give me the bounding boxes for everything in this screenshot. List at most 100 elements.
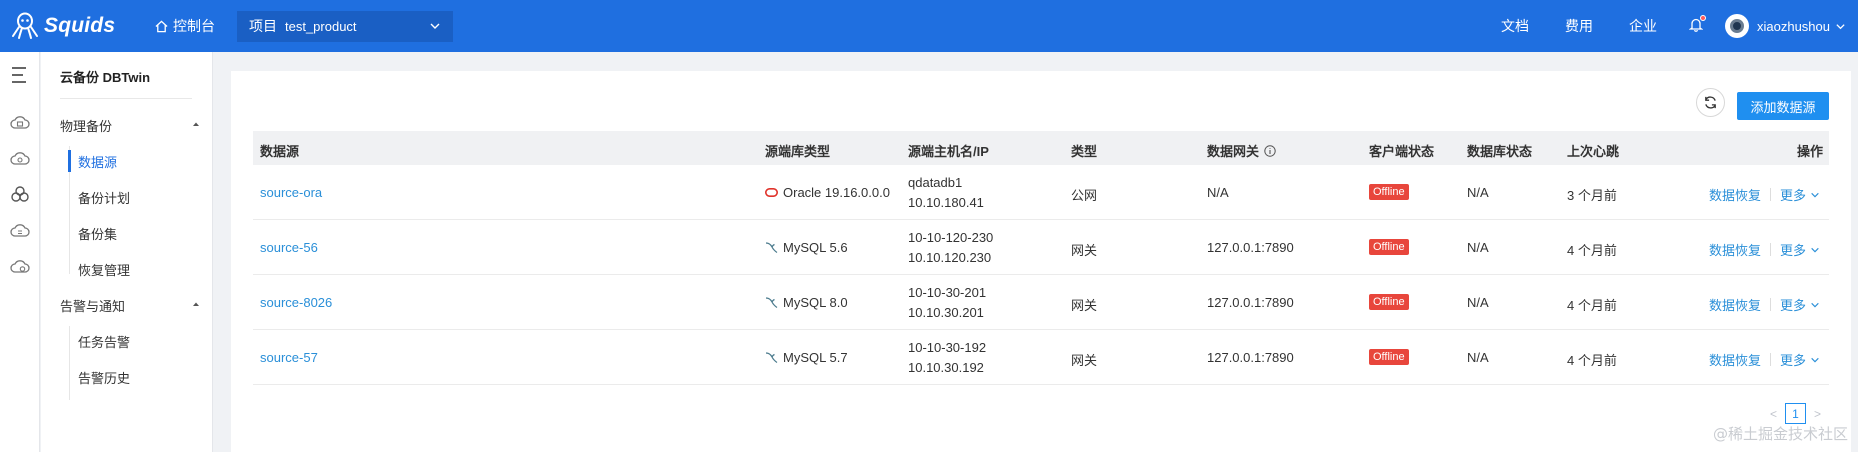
chevron-down-icon xyxy=(1811,192,1819,197)
top-bar: Squids 控制台 项目 test_product 文档 费用 企业 xiao… xyxy=(0,0,1858,52)
oracle-icon xyxy=(765,188,778,197)
cloud-database-icon[interactable] xyxy=(10,222,30,240)
notifications-button[interactable] xyxy=(1688,15,1706,35)
db-status: N/A xyxy=(1467,350,1489,365)
gateway-address: 127.0.0.1:7890 xyxy=(1207,295,1294,310)
db-type-label: Oracle 19.16.0.0.0 xyxy=(783,185,890,200)
cloud-settings-icon[interactable] xyxy=(10,258,30,276)
more-actions-button[interactable]: 更多 xyxy=(1780,240,1820,259)
sidebar: 云备份 DBTwin 物理备份 数据源 备份计划 备份集 恢复管理 告警与通知 … xyxy=(41,52,213,452)
db-type: MySQL 5.7 xyxy=(765,350,848,365)
cloud-backup-icon[interactable] xyxy=(10,114,30,132)
db-status: N/A xyxy=(1467,295,1489,310)
sidebar-item-datasource[interactable]: 数据源 xyxy=(78,152,117,171)
action-divider xyxy=(1770,243,1772,256)
brand-name: Squids xyxy=(44,14,116,37)
console-label: 控制台 xyxy=(173,18,215,34)
add-datasource-button[interactable]: 添加数据源 xyxy=(1737,92,1829,120)
gateway-address: 127.0.0.1:7890 xyxy=(1207,240,1294,255)
datasource-name-link[interactable]: source-57 xyxy=(260,350,318,365)
sidebar-group-label: 物理备份 xyxy=(60,119,113,134)
action-divider xyxy=(1770,353,1772,366)
db-status: N/A xyxy=(1467,240,1489,255)
chevron-down-icon xyxy=(1811,247,1819,252)
host-name: 10-10-30-201 xyxy=(908,285,987,300)
col-header-actions: 操作 xyxy=(1797,144,1824,159)
caret-up-icon xyxy=(193,302,199,306)
billing-link[interactable]: 费用 xyxy=(1565,16,1593,36)
datasource-name-link[interactable]: source-56 xyxy=(260,240,318,255)
refresh-icon xyxy=(1705,96,1716,109)
col-header-db-status: 数据库状态 xyxy=(1467,144,1533,159)
docs-link[interactable]: 文档 xyxy=(1501,16,1529,36)
sidebar-group-alerts[interactable]: 告警与通知 xyxy=(60,296,200,315)
top-right-nav: 文档 费用 企业 xiaozhushou xyxy=(1501,0,1858,52)
row-actions: 数据恢复 更多 xyxy=(1709,350,1820,369)
project-select[interactable]: 项目 test_product xyxy=(237,10,453,42)
page-number[interactable]: 1 xyxy=(1785,403,1807,424)
more-actions-button[interactable]: 更多 xyxy=(1780,185,1820,204)
refresh-button[interactable] xyxy=(1696,88,1725,117)
restore-data-button[interactable]: 数据恢复 xyxy=(1709,185,1761,204)
more-label: 更多 xyxy=(1780,298,1807,313)
more-actions-button[interactable]: 更多 xyxy=(1780,295,1820,314)
sidebar-group-label: 告警与通知 xyxy=(60,299,126,314)
last-heartbeat: 4 个月前 xyxy=(1567,353,1617,368)
table-row: source-56 MySQL 5.6 10-10-120-230 10.10.120… xyxy=(253,220,1829,275)
client-status-badge: Offline xyxy=(1369,294,1409,310)
menu-icon[interactable] xyxy=(11,66,27,84)
console-link[interactable]: 控制台 xyxy=(155,16,215,36)
col-header-db-type: 源端库类型 xyxy=(765,144,831,159)
chevron-down-icon xyxy=(1811,357,1819,362)
chevron-down-icon xyxy=(1836,23,1845,29)
project-value: test_product xyxy=(285,18,357,34)
sidebar-item-task-alerts[interactable]: 任务告警 xyxy=(78,332,130,351)
sidebar-subnav-line xyxy=(69,326,70,400)
sidebar-item-alert-history[interactable]: 告警历史 xyxy=(78,368,130,387)
cloud-sync-icon[interactable] xyxy=(10,150,30,168)
connection-kind: 网关 xyxy=(1071,243,1098,258)
connection-kind: 公网 xyxy=(1071,188,1098,203)
sidebar-item-restore-management[interactable]: 恢复管理 xyxy=(78,260,130,279)
sidebar-title: 云备份 DBTwin xyxy=(60,67,192,99)
last-heartbeat: 3 个月前 xyxy=(1567,188,1617,203)
datasource-name-link[interactable]: source-8026 xyxy=(260,295,332,310)
cluster-icon[interactable] xyxy=(10,186,30,204)
info-icon[interactable] xyxy=(1264,144,1276,157)
sidebar-item-backup-plan[interactable]: 备份计划 xyxy=(78,188,130,207)
restore-data-button[interactable]: 数据恢复 xyxy=(1709,350,1761,369)
brand-logo[interactable]: Squids xyxy=(10,11,150,41)
col-header-client-status: 客户端状态 xyxy=(1369,144,1435,159)
mysql-icon xyxy=(765,297,778,308)
prev-page-button[interactable]: < xyxy=(1770,407,1777,421)
last-heartbeat: 4 个月前 xyxy=(1567,298,1617,313)
host-name: qdatadb1 xyxy=(908,175,963,190)
host-ip: 10.10.120.230 xyxy=(908,250,992,265)
table-row: source-8026 MySQL 8.0 10-10-30-201 10.10.30… xyxy=(253,275,1829,330)
restore-data-button[interactable]: 数据恢复 xyxy=(1709,240,1761,259)
col-header-host: 源端主机名/IP xyxy=(908,144,989,159)
user-menu[interactable]: xiaozhushou xyxy=(1725,14,1846,38)
pagination: < 1 > xyxy=(1770,403,1821,424)
last-heartbeat: 4 个月前 xyxy=(1567,243,1617,258)
db-type-label: MySQL 5.6 xyxy=(783,240,848,255)
db-type-label: MySQL 8.0 xyxy=(783,295,848,310)
datasource-name-link[interactable]: source-ora xyxy=(260,185,322,200)
datasource-card: 添加数据源 数据源 源端库类型 源端主机名/IP 类型 数据网关 客户端状态 数… xyxy=(231,71,1851,452)
table-row: source-ora Oracle 19.16.0.0.0 qdatadb1 10.1… xyxy=(253,165,1829,220)
next-page-button[interactable]: > xyxy=(1814,407,1821,421)
sidebar-item-backup-set[interactable]: 备份集 xyxy=(78,224,117,243)
host-ip: 10.10.30.201 xyxy=(908,305,984,320)
more-actions-button[interactable]: 更多 xyxy=(1780,350,1820,369)
enterprise-link[interactable]: 企业 xyxy=(1629,16,1657,36)
sidebar-group-physical-backup[interactable]: 物理备份 xyxy=(60,116,200,135)
client-status-badge: Offline xyxy=(1369,349,1409,365)
col-header-heartbeat: 上次心跳 xyxy=(1567,144,1620,159)
restore-data-button[interactable]: 数据恢复 xyxy=(1709,295,1761,314)
sidebar-subnav-line xyxy=(68,146,71,274)
squid-logo-icon xyxy=(12,12,38,39)
more-label: 更多 xyxy=(1780,353,1807,368)
more-label: 更多 xyxy=(1780,243,1807,258)
notification-dot xyxy=(1700,15,1706,21)
active-indicator xyxy=(68,150,71,172)
